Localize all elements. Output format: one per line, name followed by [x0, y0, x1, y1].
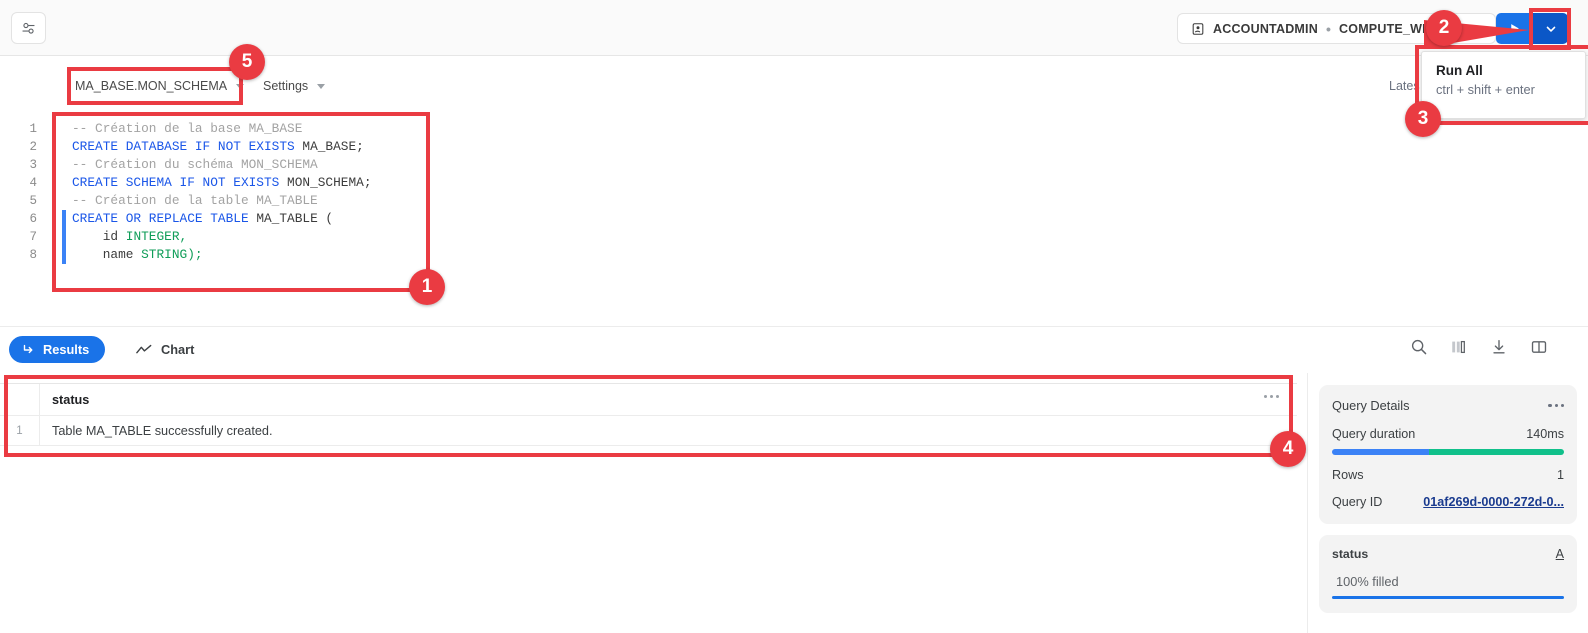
user-badge-icon — [1191, 22, 1205, 36]
text-type-icon: A — [1555, 547, 1564, 561]
search-icon[interactable] — [1410, 338, 1428, 361]
cell-status: Table MA_TABLE successfully created. — [52, 424, 273, 438]
latest-label: Lates — [1389, 79, 1420, 93]
chevron-down-icon — [236, 83, 245, 89]
settings-selector[interactable]: Settings — [263, 74, 326, 98]
status-fill-bar — [1332, 596, 1564, 599]
editor-code-content[interactable]: -- Création de la base MA_BASE CREATE DAT… — [72, 120, 372, 264]
status-column-name: status — [1332, 547, 1369, 561]
editor-code-line: name STRING); — [72, 247, 203, 262]
editor-line-numbers: 1 2 3 4 5 6 7 8 — [0, 112, 46, 264]
editor-line-number: 2 — [29, 140, 37, 154]
table-row[interactable]: 1 Table MA_TABLE successfully created. — [0, 416, 1297, 446]
sliders-settings-button[interactable] — [11, 12, 46, 44]
editor-code-line: -- Création de la table MA_TABLE — [72, 193, 318, 208]
editor-line-number: 5 — [29, 194, 37, 208]
annotation-marker-5: 5 — [229, 44, 265, 80]
editor-code-line: id INTEGER, — [72, 229, 188, 244]
settings-selector-label: Settings — [263, 79, 309, 93]
results-tab-bar — [0, 326, 1588, 373]
column-menu-icon[interactable] — [1264, 395, 1279, 398]
editor-line-number: 6 — [29, 212, 37, 226]
editor-line-number: 3 — [29, 158, 37, 172]
context-warehouse-label: COMPUTE_WH — [1339, 21, 1432, 36]
context-separator: • — [1325, 20, 1332, 37]
row-index: 1 — [0, 416, 40, 446]
editor-code-line: CREATE DATABASE IF NOT EXISTS MA_BASE; — [72, 139, 364, 154]
tab-chart[interactable]: Chart — [126, 336, 204, 363]
editor-code-line: CREATE OR REPLACE TABLE MA_TABLE ( — [72, 211, 334, 226]
rows-value: 1 — [1556, 468, 1564, 482]
schema-selector-label: MA_BASE.MON_SCHEMA — [75, 79, 228, 93]
query-duration-label: Query duration — [1332, 427, 1416, 441]
status-card-header: status A — [1332, 547, 1564, 561]
columns-icon[interactable] — [1450, 338, 1468, 361]
annotation-marker-3: 3 — [1405, 101, 1441, 137]
editor-line-number: 8 — [29, 248, 37, 262]
editor-code-line: -- Création du schéma MON_SCHEMA — [72, 157, 318, 172]
editor-code-line: -- Création de la base MA_BASE — [72, 121, 303, 136]
chevron-down-icon — [317, 83, 326, 89]
column-header-status[interactable]: status — [40, 384, 89, 416]
annotation-marker-1: 1 — [409, 269, 445, 305]
results-grid-header: status — [0, 384, 1297, 416]
editor-code-line: CREATE SCHEMA IF NOT EXISTS MON_SCHEMA; — [72, 175, 372, 190]
query-details-title: Query Details — [1332, 398, 1410, 413]
app-root: ACCOUNTADMIN • COMPUTE_WH MA_BASE.MON_SC… — [0, 0, 1588, 633]
query-duration-bar — [1332, 449, 1564, 455]
sliders-icon — [22, 22, 35, 34]
sql-editor[interactable]: 1 2 3 4 5 6 7 8 -- Création de la base MA_BASE C… — [0, 112, 1588, 302]
tooltip-shortcut: ctrl + shift + enter — [1436, 82, 1535, 97]
chevron-down-icon — [1546, 26, 1555, 32]
status-column-card: status A 100% filled — [1319, 535, 1577, 613]
duration-bar-execute — [1429, 449, 1564, 455]
split-panel-icon[interactable] — [1530, 338, 1548, 361]
tooltip-title: Run All — [1436, 63, 1483, 78]
query-duration-value: 140ms — [1526, 427, 1564, 441]
download-icon[interactable] — [1490, 338, 1508, 361]
results-grid: status 1 Table MA_TABLE successfully cre… — [0, 383, 1297, 448]
run-all-tooltip: Run All ctrl + shift + enter — [1421, 51, 1586, 119]
query-details-menu-icon[interactable] — [1548, 403, 1564, 408]
tab-results[interactable]: Results — [9, 336, 106, 363]
schema-selector[interactable]: MA_BASE.MON_SCHEMA — [75, 74, 245, 98]
editor-line-number: 1 — [29, 122, 37, 136]
context-role-label: ACCOUNTADMIN — [1213, 21, 1318, 36]
query-details-header: Query Details — [1332, 398, 1564, 413]
tab-results-label: Results — [43, 342, 90, 357]
context-selector-pill[interactable]: ACCOUNTADMIN • COMPUTE_WH — [1177, 13, 1446, 44]
rows-label: Rows — [1332, 468, 1364, 482]
duration-bar-compile — [1332, 449, 1430, 455]
query-id-link[interactable]: 01af269d-0000-272d-0... — [1423, 495, 1564, 509]
query-id-label: Query ID — [1332, 495, 1383, 509]
results-toolbar-icons — [1410, 338, 1548, 361]
line-chart-icon — [136, 344, 152, 353]
editor-line-number: 7 — [29, 230, 37, 244]
query-id-row: Query ID 01af269d-0000-272d-0... — [1332, 495, 1564, 509]
annotation-marker-4: 4 — [1270, 431, 1306, 467]
row-index-header — [0, 384, 40, 416]
query-details-panel: Query Details Query duration 140ms Rows … — [1307, 373, 1588, 633]
rows-row: Rows 1 — [1332, 468, 1564, 482]
annotation-marker-2: 2 — [1426, 10, 1462, 46]
editor-selection-bar — [62, 210, 66, 264]
query-duration-row: Query duration 140ms — [1332, 427, 1564, 441]
return-arrow-icon — [23, 344, 33, 353]
editor-line-number: 4 — [29, 176, 37, 190]
tab-chart-label: Chart — [161, 342, 195, 357]
status-fill-value: 100% filled — [1336, 574, 1399, 589]
query-details-card: Query Details Query duration 140ms Rows … — [1319, 385, 1577, 524]
